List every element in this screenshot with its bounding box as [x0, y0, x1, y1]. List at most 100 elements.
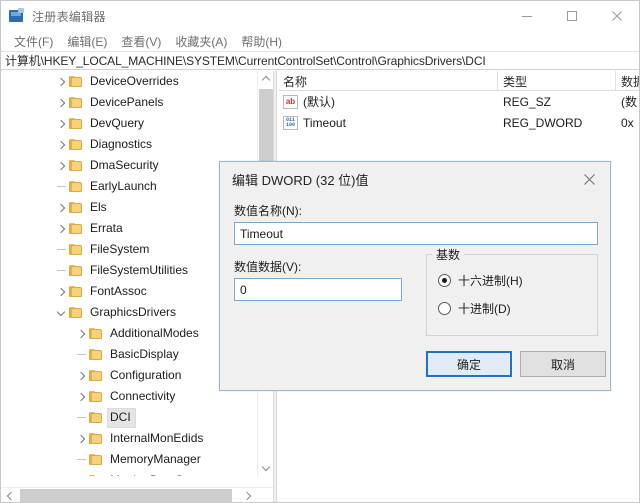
address-bar[interactable]: 计算机\HKEY_LOCAL_MACHINE\SYSTEM\CurrentCon…	[1, 51, 639, 70]
chevron-right-icon[interactable]	[73, 428, 89, 449]
dword-value-icon: 011 100	[283, 115, 298, 130]
radio-decimal[interactable]: 十进制(D)	[438, 300, 511, 317]
tree-item-label: InternalMonEdids	[110, 430, 204, 445]
chevron-right-icon[interactable]	[53, 113, 69, 134]
folder-icon	[89, 390, 103, 403]
tree-item-devicepanels[interactable]: DevicePanels	[1, 92, 256, 113]
dialog-title: 编辑 DWORD (32 位)值	[232, 172, 369, 188]
radio-hexadecimal[interactable]: 十六进制(H)	[438, 272, 523, 289]
chevron-right-icon[interactable]	[73, 386, 89, 407]
tree-item-monitordatastore[interactable]: MonitorDataStore	[1, 470, 256, 476]
tree-item-els[interactable]: Els	[1, 197, 256, 218]
tree-item-connectivity[interactable]: Connectivity	[1, 386, 256, 407]
value-type-cell: REG_SZ	[503, 94, 552, 109]
folder-icon	[69, 96, 83, 109]
window-title: 注册表编辑器	[32, 9, 106, 24]
scroll-left-icon[interactable]	[1, 488, 18, 502]
column-header-name[interactable]: 名称	[278, 71, 498, 90]
dialog-title-bar: 编辑 DWORD (32 位)值	[220, 162, 610, 196]
radio-hexadecimal-indicator[interactable]	[438, 274, 451, 287]
tree-item-label: DmaSecurity	[90, 157, 159, 172]
chevron-right-icon[interactable]	[53, 71, 69, 92]
folder-icon	[89, 453, 103, 466]
tree-item-dci[interactable]: DCI	[1, 407, 256, 428]
chevron-right-icon[interactable]	[53, 281, 69, 302]
menu-item-view[interactable]: 查看(V)	[114, 31, 168, 52]
tree-horizontal-scrollbar[interactable]	[1, 487, 273, 502]
tree-line-stub	[53, 176, 69, 197]
scroll-up-icon[interactable]	[258, 71, 273, 87]
tree-item-label: DevQuery	[90, 115, 145, 130]
tree-item-memorymanager[interactable]: MemoryManager	[1, 449, 256, 470]
menu-item-help[interactable]: 帮助(H)	[234, 31, 289, 52]
tree-item-label: DeviceOverrides	[90, 73, 179, 88]
tree-item-deviceoverrides[interactable]: DeviceOverrides	[1, 71, 256, 92]
chevron-right-icon[interactable]	[53, 155, 69, 176]
tree-item-internalmonedids[interactable]: InternalMonEdids	[1, 428, 256, 449]
column-header-data[interactable]: 数据	[616, 71, 639, 90]
string-value-icon: ab	[283, 94, 298, 109]
folder-icon	[69, 264, 83, 277]
value-row[interactable]: 011 100 Timeout REG_DWORD 0x	[278, 112, 639, 133]
maximize-icon[interactable]	[549, 1, 594, 31]
tree-item-configuration[interactable]: Configuration	[1, 365, 256, 386]
tree-item-basicdisplay[interactable]: BasicDisplay	[1, 344, 256, 365]
minimize-icon[interactable]	[504, 1, 549, 31]
address-path: 计算机\HKEY_LOCAL_MACHINE\SYSTEM\CurrentCon…	[5, 54, 486, 68]
tree-item-additionalmodes[interactable]: AdditionalModes	[1, 323, 256, 344]
chevron-right-icon[interactable]	[53, 92, 69, 113]
folder-icon	[89, 369, 103, 382]
tree-item-dmasecurity[interactable]: DmaSecurity	[1, 155, 256, 176]
tree-item-label: GraphicsDrivers	[90, 304, 177, 319]
tree-item-label: FileSystemUtilities	[90, 262, 189, 277]
chevron-right-icon[interactable]	[53, 134, 69, 155]
menu-item-favorites[interactable]: 收藏夹(A)	[168, 31, 234, 52]
close-icon[interactable]	[594, 1, 639, 31]
dialog-close-icon[interactable]	[568, 164, 610, 194]
tree-item-devquery[interactable]: DevQuery	[1, 113, 256, 134]
radio-decimal-indicator[interactable]	[438, 302, 451, 315]
tree-item-label: FontAssoc	[90, 283, 147, 298]
chevron-right-icon[interactable]	[73, 323, 89, 344]
tree-item-fontassoc[interactable]: FontAssoc	[1, 281, 256, 302]
tree-item-diagnostics[interactable]: Diagnostics	[1, 134, 256, 155]
tree-item-filesystem[interactable]: FileSystem	[1, 239, 256, 260]
tree-item-filesystemutilities[interactable]: FileSystemUtilities	[1, 260, 256, 281]
value-data-input[interactable]: 0	[234, 278, 402, 301]
value-name-cell: 011 100 Timeout	[278, 115, 498, 130]
ok-button[interactable]: 确定	[426, 351, 512, 377]
tree-item-errata[interactable]: Errata	[1, 218, 256, 239]
tree-item-earlylaunch[interactable]: EarlyLaunch	[1, 176, 256, 197]
tree-item-label: Els	[90, 199, 107, 214]
folder-icon	[69, 285, 83, 298]
menu-item-file[interactable]: 文件(F)	[7, 31, 60, 52]
registry-tree[interactable]: DeviceOverrides DevicePanels DevQuery Diagn…	[1, 71, 256, 476]
value-data-cell: 0x	[621, 115, 634, 130]
tree-item-graphicsdrivers[interactable]: GraphicsDrivers	[1, 302, 256, 323]
chevron-right-icon[interactable]	[73, 365, 89, 386]
cancel-button[interactable]: 取消	[520, 351, 606, 377]
value-data-label: 数值数据(V):	[234, 260, 302, 274]
folder-icon	[69, 222, 83, 235]
folder-icon	[69, 306, 83, 319]
chevron-down-icon[interactable]	[53, 302, 69, 323]
column-header-type[interactable]: 类型	[498, 71, 616, 90]
tree-item-label: BasicDisplay	[110, 346, 179, 361]
folder-icon	[89, 474, 103, 476]
value-name-input[interactable]: Timeout	[234, 222, 598, 245]
scroll-right-icon[interactable]	[239, 488, 256, 502]
value-data-cell: (数	[621, 95, 637, 109]
folder-icon	[89, 411, 103, 424]
edit-dword-dialog: 编辑 DWORD (32 位)值 数值名称(N): Timeout 数值数据(V…	[219, 161, 611, 391]
folder-icon	[89, 432, 103, 445]
folder-icon	[89, 348, 103, 361]
menu-item-edit[interactable]: 编辑(E)	[60, 31, 114, 52]
radio-hexadecimal-label: 十六进制(H)	[458, 274, 523, 288]
value-row[interactable]: ab (默认) REG_SZ (数	[278, 91, 639, 112]
chevron-right-icon[interactable]	[53, 197, 69, 218]
chevron-right-icon[interactable]	[53, 218, 69, 239]
values-column-headers: 名称 类型 数据	[278, 71, 639, 91]
tree-line-stub	[53, 239, 69, 260]
tree-hscroll-thumb[interactable]	[20, 489, 232, 502]
scroll-down-icon[interactable]	[258, 460, 273, 476]
